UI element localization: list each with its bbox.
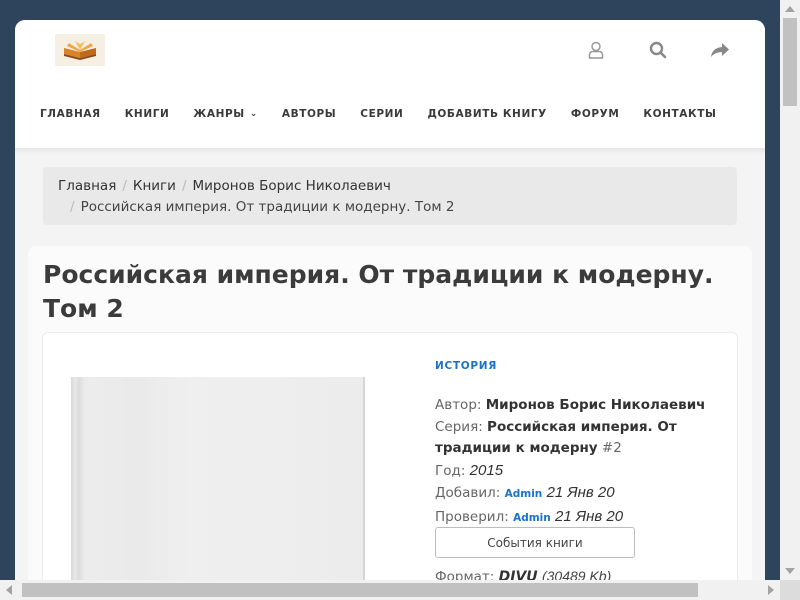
scroll-left-arrow-icon[interactable]	[6, 585, 12, 595]
meta-added-row: Добавил: Admin 21 Янв 20	[435, 482, 735, 506]
checked-label: Проверил:	[435, 508, 509, 525]
file-size: (30489 Kb)	[541, 568, 612, 580]
format-label: Формат:	[435, 569, 495, 580]
header-shadow	[15, 148, 765, 154]
page: Главная Книги Жанры ⌄ Авторы Серии Добави…	[15, 20, 765, 580]
site-header: Главная Книги Жанры ⌄ Авторы Серии Добави…	[15, 20, 765, 148]
format-row: Формат: DJVU (30489 Kb)	[435, 568, 611, 580]
meta-series-row: Серия: Российская империя. От традиции к…	[435, 417, 735, 460]
book-events-button[interactable]: События книги	[435, 527, 635, 558]
scroll-right-arrow-icon[interactable]	[768, 585, 774, 595]
nav-item-genres[interactable]: Жанры ⌄	[193, 108, 282, 120]
nav-item-authors[interactable]: Авторы	[282, 108, 360, 120]
breadcrumb-home[interactable]: Главная	[58, 178, 116, 194]
book-content: Российская империя. От традиции к модерн…	[28, 246, 752, 580]
breadcrumb: Главная / Книги / Миронов Борис Николаевич /…	[43, 167, 737, 225]
vertical-scrollbar[interactable]	[780, 0, 800, 580]
scrollbar-corner	[780, 580, 800, 600]
nav-item-add-book[interactable]: Добавить книгу	[427, 108, 570, 120]
book-card: ИСТОРИЯ Автор: Миронов Борис Николаевич …	[42, 332, 738, 580]
breadcrumb-author[interactable]: Миронов Борис Николаевич	[193, 178, 391, 194]
breadcrumb-current: Российская империя. От традиции к модерн…	[80, 199, 455, 215]
nav-label: Контакты	[643, 108, 717, 120]
author-link[interactable]: Миронов Борис Николаевич	[486, 397, 706, 413]
nav-label: Главная	[40, 108, 101, 120]
series-label: Серия:	[435, 418, 483, 435]
genre-link[interactable]: ИСТОРИЯ	[435, 360, 497, 372]
scroll-down-arrow-icon[interactable]	[785, 568, 795, 574]
nav-label: Серии	[360, 108, 404, 120]
nav-item-contacts[interactable]: Контакты	[643, 108, 740, 120]
nav-item-home[interactable]: Главная	[40, 108, 125, 120]
breadcrumb-separator: /	[70, 199, 75, 215]
nav-item-books[interactable]: Книги	[125, 108, 194, 120]
checked-date: 21 Янв 20	[555, 507, 624, 525]
meta-author-row: Автор: Миронов Борис Николаевич	[435, 395, 735, 417]
site-logo[interactable]	[55, 34, 105, 66]
search-icon[interactable]	[627, 38, 689, 62]
nav-label: Книги	[124, 108, 170, 120]
breadcrumb-separator: /	[122, 178, 127, 194]
year-label: Год:	[435, 462, 466, 479]
checked-by-link[interactable]: Admin	[513, 512, 551, 524]
breadcrumb-separator: /	[181, 178, 187, 194]
nav-label: Жанры	[193, 108, 245, 120]
meta-year-row: Год: 2015	[435, 460, 735, 483]
year-value: 2015	[469, 461, 504, 479]
open-book-logo-icon	[64, 41, 96, 60]
share-icon[interactable]	[689, 38, 751, 62]
scroll-up-arrow-icon[interactable]	[785, 6, 795, 12]
book-cover-image[interactable]	[71, 377, 365, 580]
series-number: #2	[601, 440, 622, 456]
format-value: DJVU	[498, 569, 538, 580]
horizontal-scrollbar[interactable]	[0, 580, 780, 600]
page-title: Российская империя. От традиции к модерн…	[43, 260, 714, 323]
nav-label: Добавить книгу	[427, 108, 547, 120]
added-label: Добавил:	[435, 485, 501, 501]
nav-label: Форум	[570, 108, 620, 120]
main-nav: Главная Книги Жанры ⌄ Авторы Серии Добави…	[40, 108, 740, 120]
added-by-link[interactable]: Admin	[505, 488, 543, 500]
vertical-scroll-thumb[interactable]	[783, 18, 797, 106]
breadcrumb-books[interactable]: Книги	[133, 178, 176, 194]
nav-label: Авторы	[281, 108, 337, 120]
chevron-down-icon: ⌄	[249, 109, 258, 119]
nav-item-forum[interactable]: Форум	[571, 108, 644, 120]
added-date: 21 Янв 20	[546, 484, 615, 501]
meta-checked-row: Проверил: Admin 21 Янв 20	[435, 506, 735, 530]
nav-item-series[interactable]: Серии	[360, 108, 427, 120]
book-meta: Автор: Миронов Борис Николаевич Серия: Р…	[435, 395, 735, 529]
author-label: Автор:	[435, 397, 482, 413]
user-icon[interactable]	[565, 38, 627, 62]
horizontal-scroll-thumb[interactable]	[22, 583, 698, 597]
